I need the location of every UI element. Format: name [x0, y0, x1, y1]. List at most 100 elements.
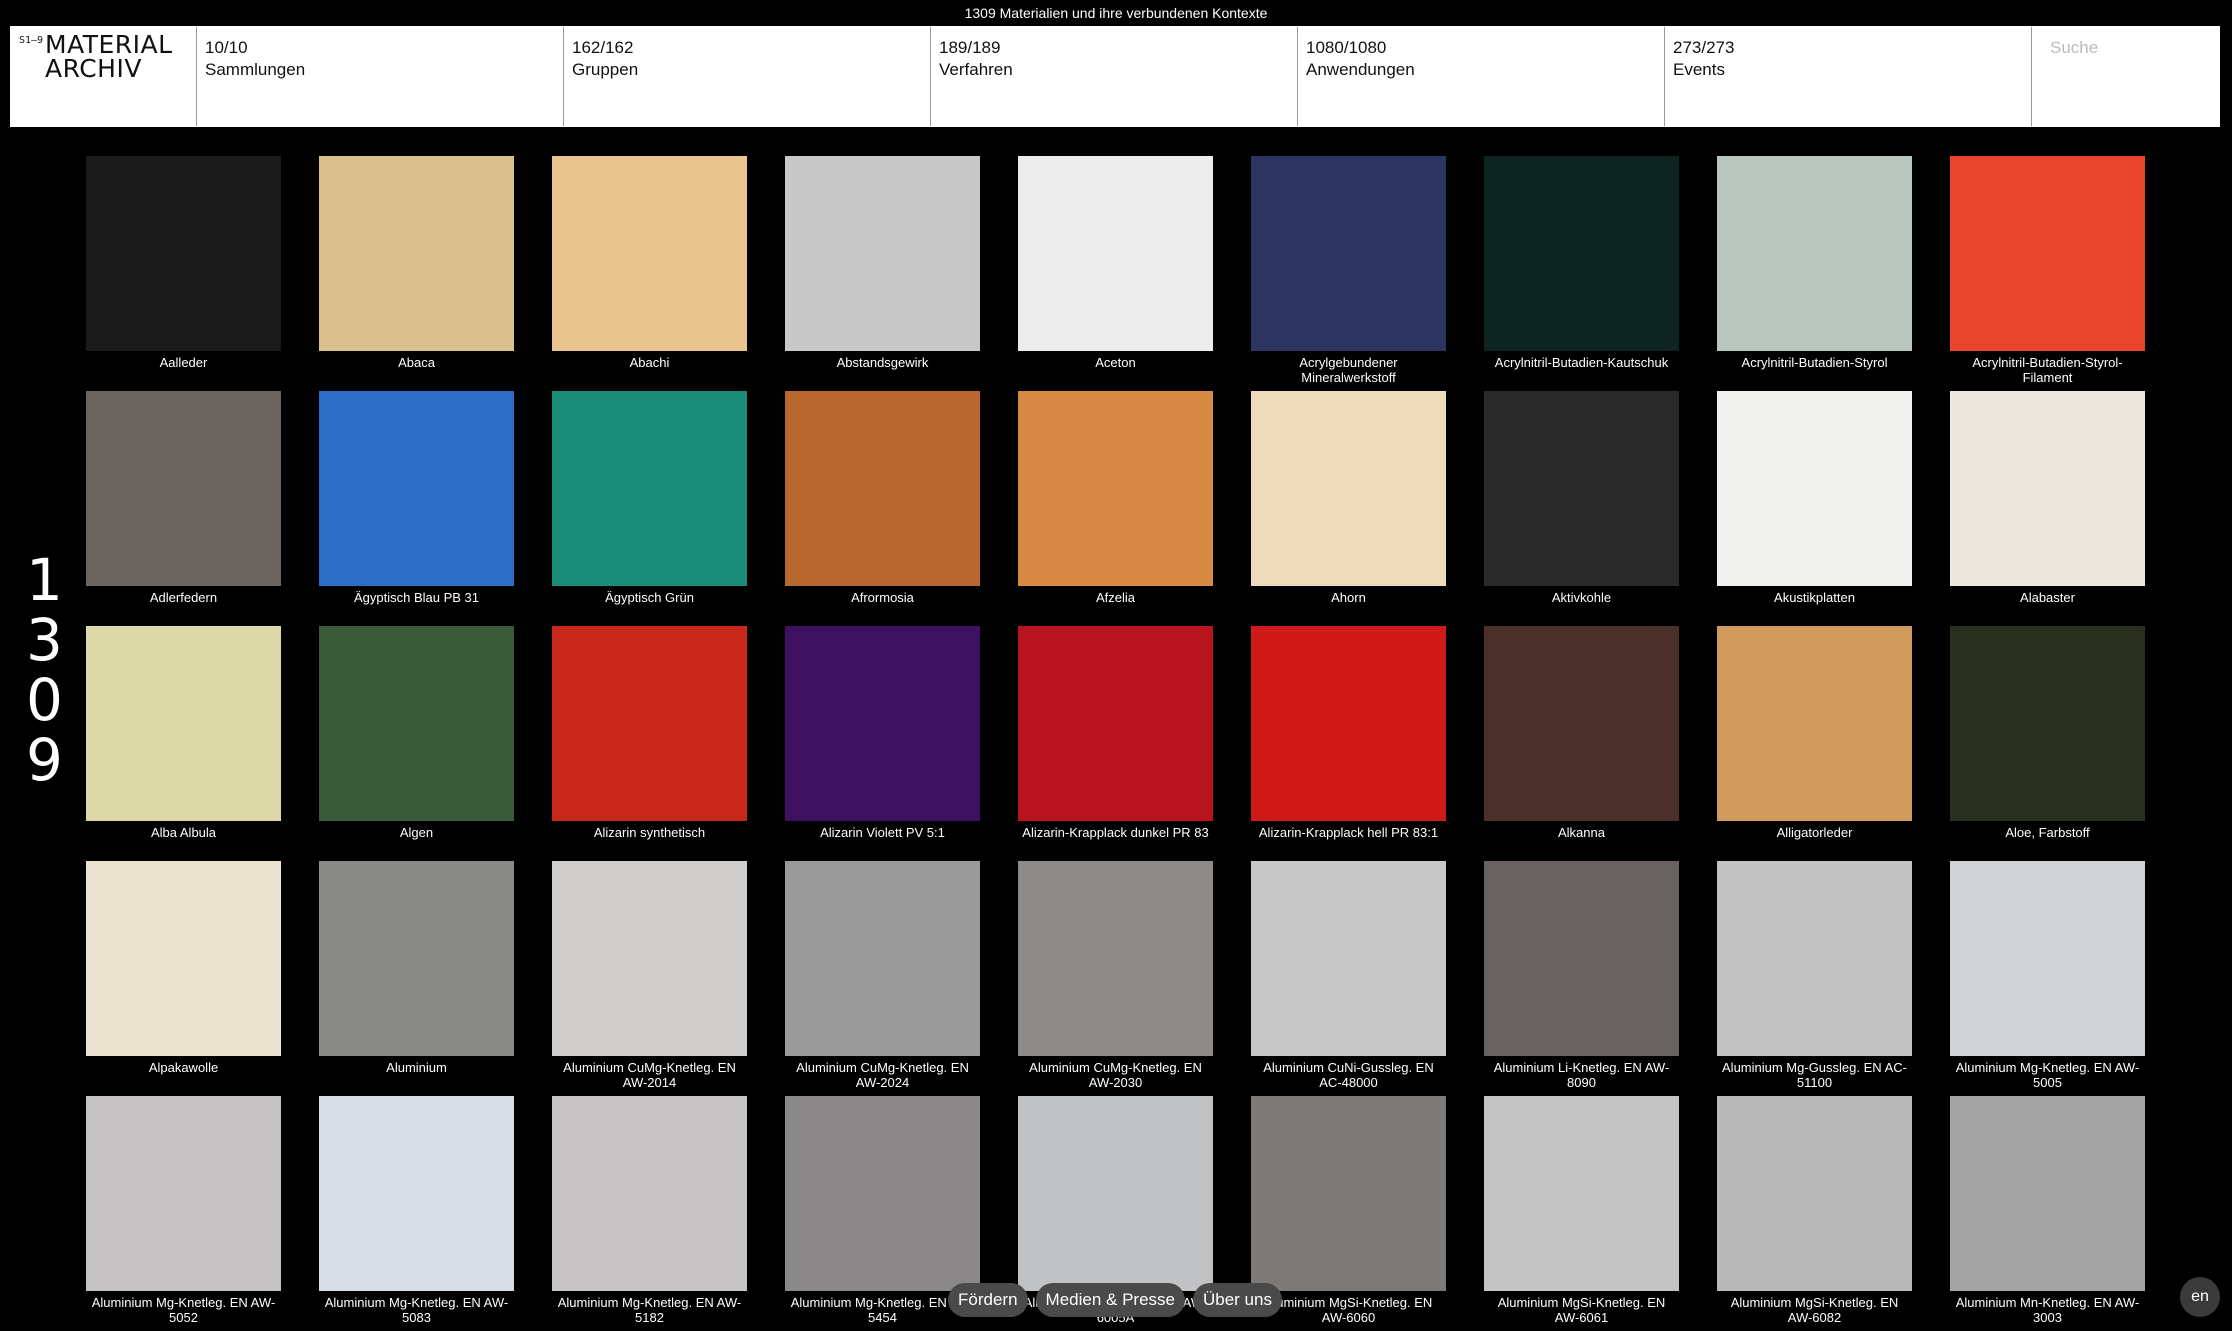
material-label: Alligatorleder: [1776, 825, 1853, 840]
material-tile[interactable]: Ägyptisch Grün: [552, 391, 747, 626]
material-tile[interactable]: Ägyptisch Blau PB 31: [319, 391, 514, 626]
material-label: Ahorn: [1331, 590, 1366, 605]
material-swatch: [319, 391, 514, 586]
material-label: Acrylnitril-Butadien-Styrol-Filament: [1972, 355, 2123, 385]
material-swatch: [1251, 861, 1446, 1056]
material-swatch: [1018, 156, 1213, 351]
material-tile[interactable]: Alkanna: [1484, 626, 1679, 861]
material-tile[interactable]: Aluminium Mg-Gussleg. EN AC-51100: [1717, 861, 1912, 1096]
material-tile[interactable]: Acrylnitril-Butadien-Styrol-Filament: [1950, 156, 2145, 391]
material-tile[interactable]: Aalleder: [86, 156, 281, 391]
material-swatch: [1251, 1096, 1446, 1291]
material-tile[interactable]: Acrylnitril-Butadien-Kautschuk: [1484, 156, 1679, 391]
material-swatch: [319, 156, 514, 351]
material-label: Acrylnitril-Butadien-Kautschuk: [1494, 355, 1669, 370]
material-tile[interactable]: Alabaster: [1950, 391, 2145, 626]
count-digit: 3: [26, 606, 63, 674]
total-count: 1 3 0 9: [26, 546, 63, 790]
material-swatch: [1251, 156, 1446, 351]
material-swatch: [1484, 861, 1679, 1056]
search-input[interactable]: [2048, 37, 2207, 59]
material-tile[interactable]: Acrylgebundener Mineralwerkstoff: [1251, 156, 1446, 391]
material-label: Aluminium CuMg-Knetleg. EN AW-2024: [796, 1060, 969, 1090]
material-swatch: [319, 861, 514, 1056]
material-tile[interactable]: Adlerfedern: [86, 391, 281, 626]
material-swatch: [86, 1096, 281, 1291]
material-label: Alpakawolle: [148, 1060, 219, 1075]
material-tile[interactable]: Ahorn: [1251, 391, 1446, 626]
language-switch-button[interactable]: en: [2180, 1277, 2220, 1317]
material-tile[interactable]: Aluminium MgSi-Knetleg. EN AW-6061: [1484, 1096, 1679, 1331]
material-tile[interactable]: Aceton: [1018, 156, 1213, 391]
material-swatch: [1484, 156, 1679, 351]
material-swatch: [552, 156, 747, 351]
material-tile[interactable]: Alizarin-Krapplack hell PR 83:1: [1251, 626, 1446, 861]
nav-verfahren[interactable]: 189/189 Verfahren: [931, 27, 1298, 126]
material-tile[interactable]: Aluminium CuNi-Gussleg. EN AC-48000: [1251, 861, 1446, 1096]
nav-sammlungen[interactable]: 10/10 Sammlungen: [197, 27, 564, 126]
material-tile[interactable]: Aluminium Mg-Knetleg. EN AW-5005: [1950, 861, 2145, 1096]
material-label: Algen: [399, 825, 434, 840]
foerdern-button[interactable]: Fördern: [948, 1283, 1028, 1317]
material-tile[interactable]: Aloe, Farbstoff: [1950, 626, 2145, 861]
material-tile[interactable]: Alizarin-Krapplack dunkel PR 83: [1018, 626, 1213, 861]
material-tile[interactable]: Aktivkohle: [1484, 391, 1679, 626]
material-tile[interactable]: Aluminium Mg-Knetleg. EN AW-5052: [86, 1096, 281, 1331]
material-tile[interactable]: Acrylnitril-Butadien-Styrol: [1717, 156, 1912, 391]
material-tile[interactable]: Abstandsgewirk: [785, 156, 980, 391]
footer-links: Fördern Medien & Presse Über uns: [948, 1283, 1282, 1317]
material-label: Aluminium CuNi-Gussleg. EN AC-48000: [1263, 1060, 1434, 1090]
material-swatch: [1717, 861, 1912, 1056]
material-tile[interactable]: Alizarin Violett PV 5:1: [785, 626, 980, 861]
material-label: Afzelia: [1095, 590, 1136, 605]
material-label: Aluminium MgSi-Knetleg. EN AW-6082: [1730, 1295, 1899, 1325]
nav-anwendungen[interactable]: 1080/1080 Anwendungen: [1298, 27, 1665, 126]
material-tile[interactable]: Alizarin synthetisch: [552, 626, 747, 861]
material-tile[interactable]: Alligatorleder: [1717, 626, 1912, 861]
material-swatch: [1018, 626, 1213, 821]
material-swatch: [1018, 1096, 1213, 1291]
material-tile[interactable]: Aluminium Mg-Knetleg. EN AW-5182: [552, 1096, 747, 1331]
material-tile[interactable]: Alpakawolle: [86, 861, 281, 1096]
material-label: Alba Albula: [150, 825, 217, 840]
material-swatch: [1950, 391, 2145, 586]
material-tile[interactable]: Aluminium: [319, 861, 514, 1096]
nav-events[interactable]: 273/273 Events: [1665, 27, 2032, 126]
material-swatch: [785, 626, 980, 821]
logo-line-2: ARCHIV: [45, 54, 142, 83]
nav-count: 162/162: [572, 38, 634, 57]
count-digit: 1: [26, 546, 63, 614]
material-swatch: [319, 1096, 514, 1291]
material-label: Aceton: [1095, 355, 1136, 370]
material-swatch: [1950, 156, 2145, 351]
material-tile[interactable]: Abachi: [552, 156, 747, 391]
material-tile[interactable]: Afzelia: [1018, 391, 1213, 626]
ueber-uns-button[interactable]: Über uns: [1192, 1283, 1282, 1317]
material-tile[interactable]: Aluminium CuMg-Knetleg. EN AW-2014: [552, 861, 747, 1096]
material-tile[interactable]: Aluminium CuMg-Knetleg. EN AW-2030: [1018, 861, 1213, 1096]
material-swatch: [1717, 391, 1912, 586]
material-tile[interactable]: Abaca: [319, 156, 514, 391]
material-tile[interactable]: Aluminium Mn-Knetleg. EN AW-3003: [1950, 1096, 2145, 1331]
material-label: Ägyptisch Blau PB 31: [353, 590, 480, 605]
material-tile[interactable]: Akustikplatten: [1717, 391, 1912, 626]
count-digit: 0: [26, 666, 63, 734]
material-tile[interactable]: Aluminium MgSi-Knetleg. EN AW-6082: [1717, 1096, 1912, 1331]
material-tile[interactable]: Aluminium CuMg-Knetleg. EN AW-2024: [785, 861, 980, 1096]
material-tile[interactable]: Alba Albula: [86, 626, 281, 861]
material-tile[interactable]: Aluminium Li-Knetleg. EN AW-8090: [1484, 861, 1679, 1096]
material-tile[interactable]: Algen: [319, 626, 514, 861]
material-swatch: [1950, 861, 2145, 1056]
material-tile[interactable]: Afrormosia: [785, 391, 980, 626]
material-archiv-logo[interactable]: S1–9 MATERIAL ARCHIV: [11, 27, 197, 126]
material-swatch: [1484, 626, 1679, 821]
material-label: Aluminium Mg-Gussleg. EN AC-51100: [1722, 1060, 1907, 1090]
material-label: Aluminium Mg-Knetleg. EN AW-5052: [91, 1295, 276, 1325]
material-swatch: [552, 1096, 747, 1291]
medien-presse-button[interactable]: Medien & Presse: [1035, 1283, 1185, 1317]
material-label: Alizarin-Krapplack dunkel PR 83: [1022, 825, 1209, 840]
material-tile[interactable]: Aluminium Mg-Knetleg. EN AW-5083: [319, 1096, 514, 1331]
nav-gruppen[interactable]: 162/162 Gruppen: [564, 27, 931, 126]
search-area: [2032, 27, 2219, 126]
material-swatch: [1251, 626, 1446, 821]
